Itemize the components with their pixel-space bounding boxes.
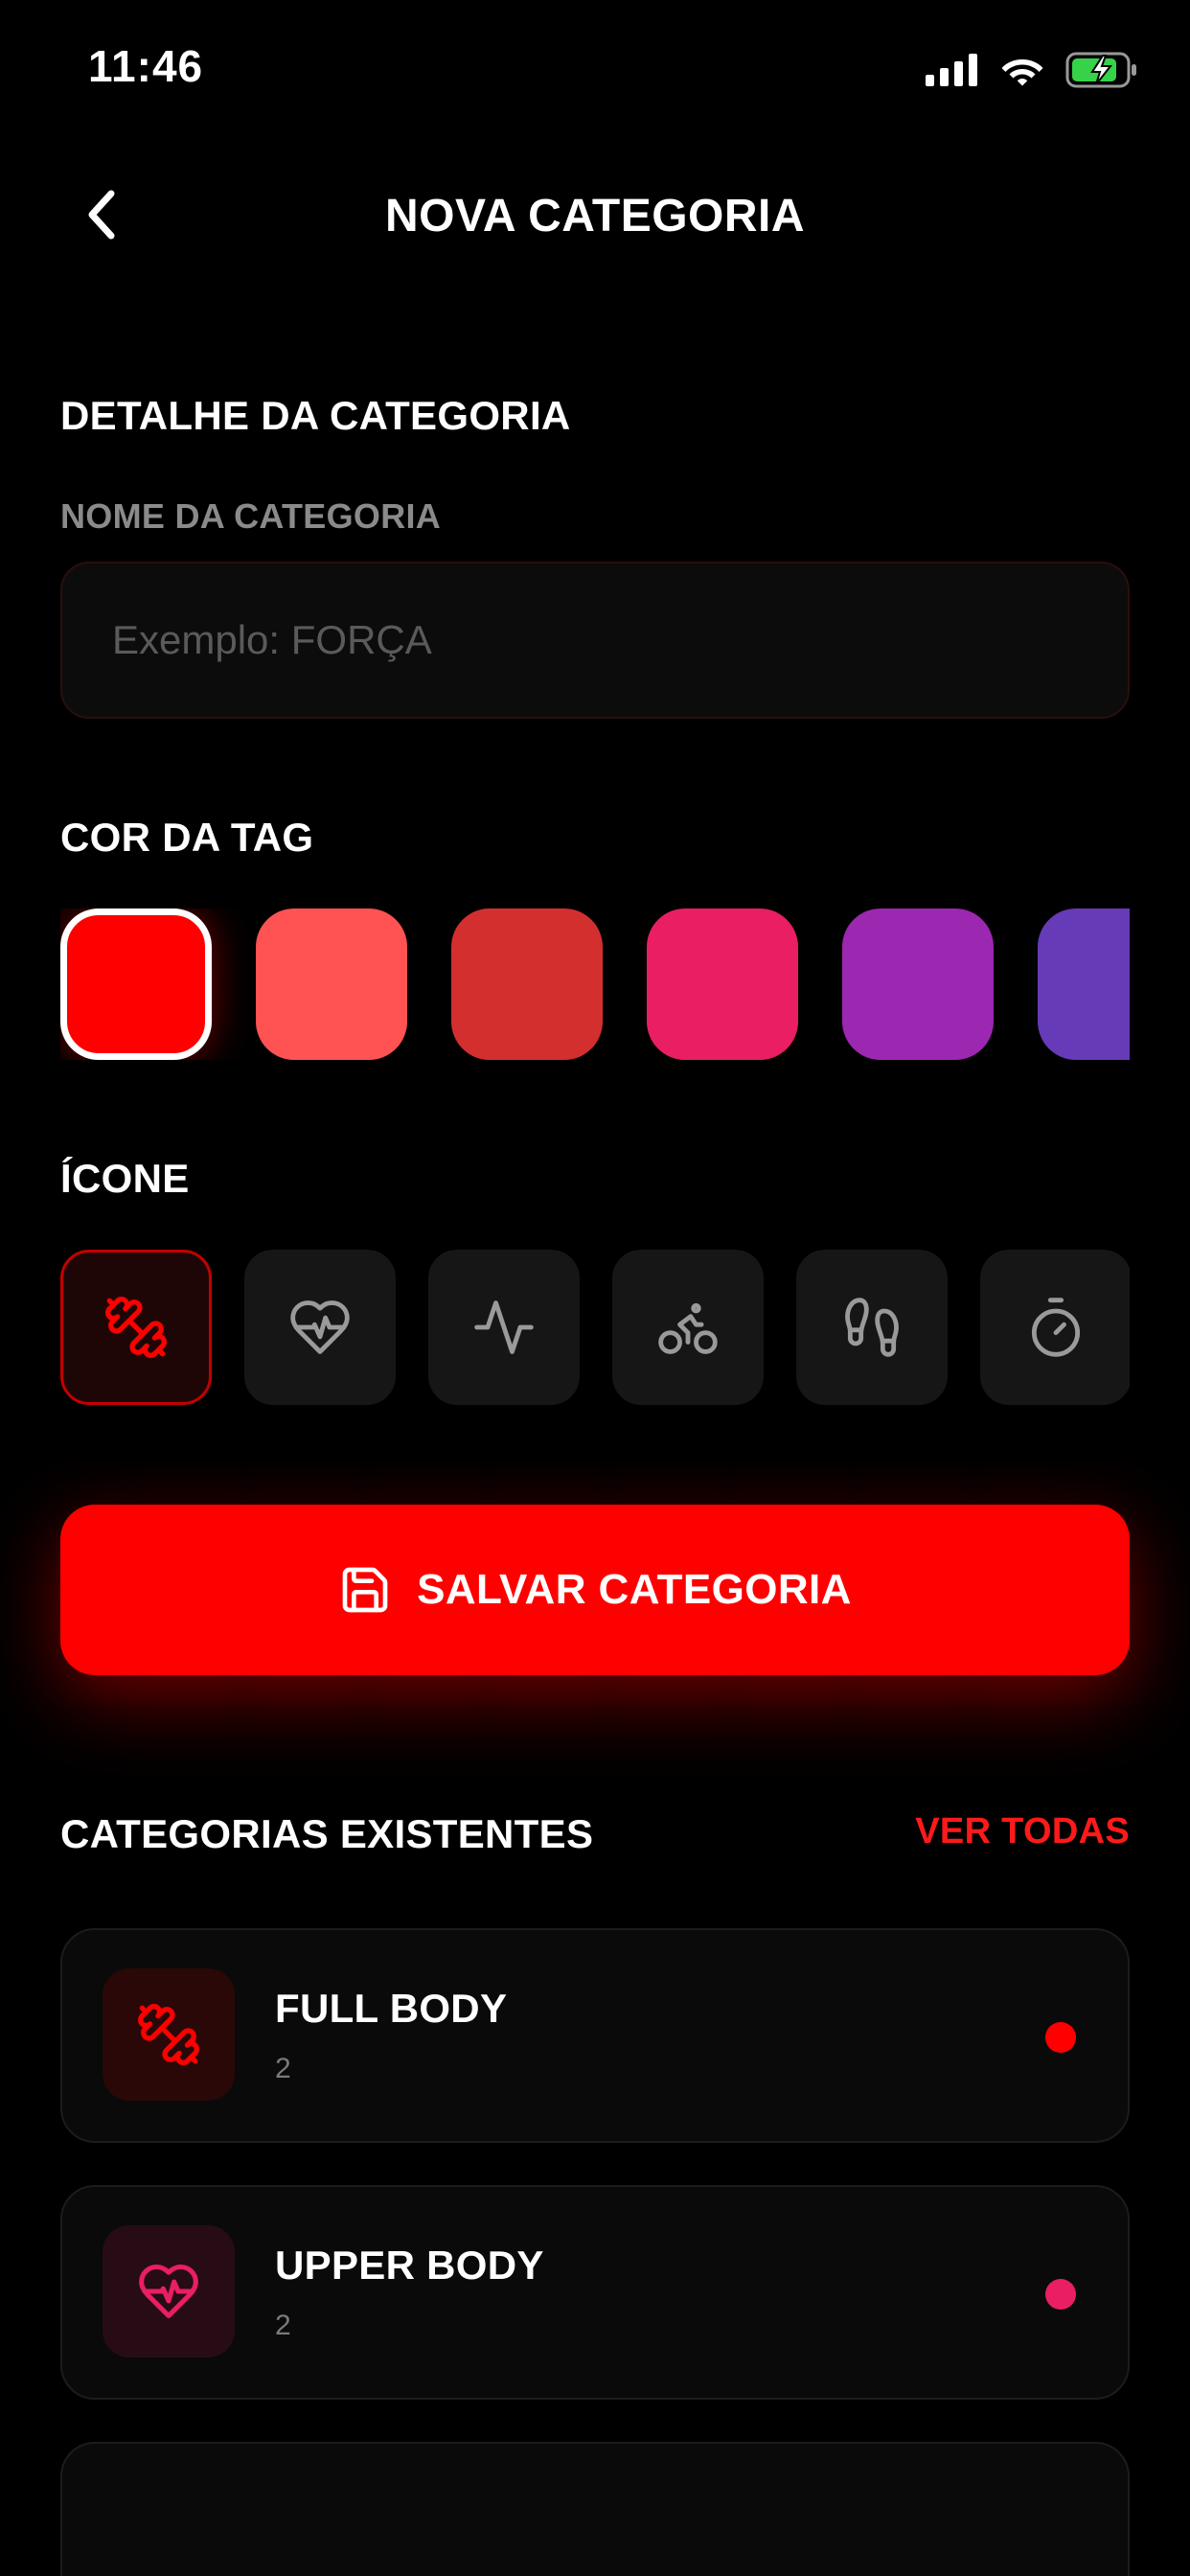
name-field-label: NOME DA CATEGORIA	[60, 496, 442, 536]
page-title: NOVA CATEGORIA	[384, 191, 806, 242]
dumbbell-icon	[138, 2004, 199, 2065]
category-icon-box	[103, 2225, 235, 2358]
icon-option-bike[interactable]	[612, 1250, 764, 1405]
category-count: 2	[275, 2310, 291, 2341]
icon-option-heart-pulse[interactable]	[244, 1250, 396, 1405]
color-swatch[interactable]	[647, 908, 798, 1060]
tag-color-section-title: COR DA TAG	[60, 815, 314, 860]
category-card-partial[interactable]	[60, 2442, 1130, 2576]
heart-pulse-icon	[139, 2264, 198, 2319]
category-color-dot	[1045, 2022, 1076, 2053]
save-icon	[342, 1567, 388, 1613]
color-swatch[interactable]	[842, 908, 994, 1060]
color-swatch-row	[60, 908, 1130, 1060]
activity-icon	[474, 1300, 534, 1354]
category-icon-box	[103, 1968, 235, 2101]
icon-option-dumbbell[interactable]	[60, 1250, 212, 1405]
category-count: 2	[275, 2053, 291, 2084]
color-swatch[interactable]	[451, 908, 603, 1060]
signal-icon	[926, 54, 977, 86]
color-swatch[interactable]	[256, 908, 407, 1060]
save-category-button[interactable]: SALVAR CATEGORIA	[60, 1505, 1130, 1675]
category-card[interactable]: UPPER BODY 2	[60, 2185, 1130, 2400]
icon-picker-row	[60, 1250, 1130, 1405]
category-name: FULL BODY	[275, 1986, 508, 2031]
color-swatch[interactable]	[60, 908, 212, 1060]
wifi-icon	[1001, 59, 1043, 86]
icon-option-timer[interactable]	[980, 1250, 1130, 1405]
icon-option-activity[interactable]	[428, 1250, 580, 1405]
bike-icon	[658, 1302, 718, 1354]
status-icons	[926, 52, 1140, 88]
icon-option-footprints[interactable]	[796, 1250, 948, 1405]
battery-charging-icon	[1065, 52, 1136, 88]
existing-section-title: CATEGORIAS EXISTENTES	[60, 1811, 594, 1856]
icon-section-title: ÍCONE	[60, 1156, 190, 1201]
screen: 11:46 NOVA CATEGORIA DETALHE DA CATEGORI…	[0, 0, 1190, 2576]
category-color-dot	[1045, 2279, 1076, 2310]
category-name: UPPER BODY	[275, 2242, 544, 2288]
timer-icon	[1031, 1298, 1081, 1357]
category-name-input[interactable]	[60, 562, 1130, 719]
status-time: 11:46	[88, 41, 204, 91]
footprints-icon	[845, 1298, 899, 1357]
category-card[interactable]: FULL BODY 2	[60, 1928, 1130, 2143]
color-swatch[interactable]	[1038, 908, 1130, 1060]
save-button-label: SALVAR CATEGORIA	[417, 1566, 852, 1613]
see-all-link[interactable]: VER TODAS	[915, 1811, 1130, 1852]
dumbbell-icon	[105, 1297, 167, 1358]
heart-pulse-icon	[290, 1300, 350, 1354]
details-section-title: DETALHE DA CATEGORIA	[60, 393, 571, 438]
